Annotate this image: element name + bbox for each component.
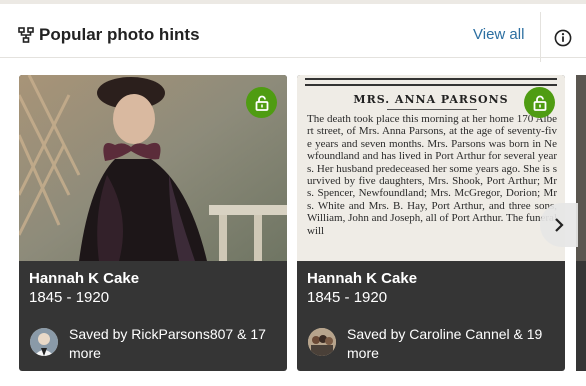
newspaper-border bbox=[305, 78, 557, 86]
lock-open-icon[interactable] bbox=[524, 87, 555, 118]
avatar bbox=[30, 328, 58, 356]
life-dates: 1845 - 1920 bbox=[29, 289, 110, 306]
chevron-right-icon bbox=[555, 218, 564, 232]
panel-header: Popular photo hints View all bbox=[0, 8, 586, 62]
header-divider bbox=[540, 12, 541, 62]
life-dates: 1845 - 1920 bbox=[307, 289, 388, 306]
photo-hint-card[interactable]: MRS. ANNA PARSONS The death took place t… bbox=[297, 75, 565, 371]
person-name[interactable]: Hannah K Cake bbox=[29, 270, 139, 287]
photo-hint-card[interactable]: Hannah K Cake 1845 - 1920 Saved by RickP… bbox=[19, 75, 287, 371]
info-icon[interactable] bbox=[554, 29, 572, 47]
saved-by-text: Saved by Caroline Cannel & 19 more bbox=[347, 326, 543, 361]
person-name[interactable]: Hannah K Cake bbox=[307, 270, 417, 287]
avatar bbox=[308, 328, 336, 356]
clipping-rule bbox=[387, 109, 477, 110]
panel-title: Popular photo hints bbox=[39, 25, 200, 44]
family-tree-icon bbox=[18, 27, 34, 43]
view-all-link[interactable]: View all bbox=[473, 26, 524, 43]
saved-by-text: Saved by RickParsons807 & 17 more bbox=[69, 326, 266, 361]
clipping-body: The death took place this morning at her… bbox=[307, 113, 557, 237]
carousel-next-button[interactable] bbox=[540, 203, 578, 247]
lock-open-icon[interactable] bbox=[246, 87, 277, 118]
photo-hints-panel: Popular photo hints View all Hannah K Ca… bbox=[0, 0, 586, 386]
